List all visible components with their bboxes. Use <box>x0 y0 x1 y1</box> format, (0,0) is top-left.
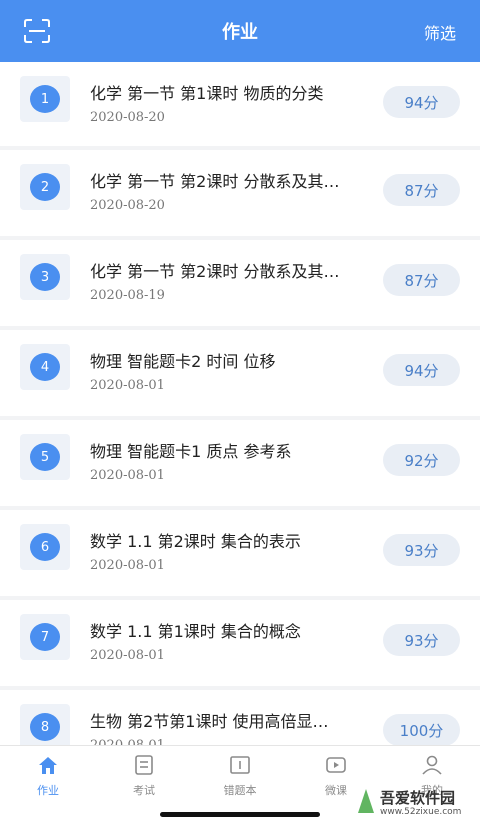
assignment-card[interactable]: 3 化学 第一节 第2课时 分散系及其… 2020-08-19 87分 <box>0 240 480 326</box>
assignment-card[interactable]: 1 化学 第一节 第1课时 物质的分类 2020-08-20 94分 <box>0 62 480 146</box>
watermark-text: 吾爱软件园 <box>380 789 456 807</box>
tab-exam[interactable]: 考试 <box>96 746 192 805</box>
score-badge: 93分 <box>383 624 460 656</box>
assignment-card[interactable]: 6 数学 1.1 第2课时 集合的表示 2020-08-01 93分 <box>0 510 480 596</box>
index-badge: 3 <box>30 263 60 291</box>
assignment-date: 2020-08-20 <box>90 110 165 125</box>
assignment-title: 物理 智能题卡1 质点 参考系 <box>90 442 292 461</box>
assignment-date: 2020-08-01 <box>90 648 165 663</box>
watermark-logo-icon <box>358 789 374 813</box>
tab-label: 微课 <box>325 784 347 797</box>
watermark: 吾爱软件园 www.52zixue.com <box>354 775 472 821</box>
score-badge: 94分 <box>383 86 460 118</box>
filter-button[interactable]: 筛选 <box>424 20 456 44</box>
index-box: 1 <box>20 76 70 122</box>
assignment-date: 2020-08-01 <box>90 558 165 573</box>
index-box: 2 <box>20 164 70 210</box>
exam-icon <box>135 755 153 775</box>
score-badge: 87分 <box>383 264 460 296</box>
index-box: 6 <box>20 524 70 570</box>
assignment-card[interactable]: 4 物理 智能题卡2 时间 位移 2020-08-01 94分 <box>0 330 480 416</box>
assignment-card[interactable]: 5 物理 智能题卡1 质点 参考系 2020-08-01 92分 <box>0 420 480 506</box>
assignment-date: 2020-08-01 <box>90 378 165 393</box>
assignment-title: 生物 第2节第1课时 使用高倍显… <box>90 712 329 731</box>
index-box: 7 <box>20 614 70 660</box>
assignment-list: 1 化学 第一节 第1课时 物质的分类 2020-08-20 94分 2 化学 … <box>0 62 480 776</box>
assignment-date: 2020-08-19 <box>90 288 165 303</box>
scan-icon[interactable] <box>24 19 50 43</box>
index-box: 3 <box>20 254 70 300</box>
index-badge: 2 <box>30 173 60 201</box>
score-badge: 87分 <box>383 174 460 206</box>
tab-label: 考试 <box>133 784 155 797</box>
watermark-url: www.52zixue.com <box>380 807 462 817</box>
app-screen: 作业 筛选 1 化学 第一节 第1课时 物质的分类 2020-08-20 94分… <box>0 0 480 823</box>
notebook-icon <box>230 756 250 774</box>
assignment-title: 物理 智能题卡2 时间 位移 <box>90 352 276 371</box>
score-badge: 94分 <box>383 354 460 386</box>
top-bar: 作业 筛选 <box>0 0 480 62</box>
index-badge: 8 <box>30 713 60 741</box>
assignment-title: 化学 第一节 第2课时 分散系及其… <box>90 262 340 281</box>
index-box: 8 <box>20 704 70 750</box>
assignment-date: 2020-08-20 <box>90 198 165 213</box>
index-badge: 5 <box>30 443 60 471</box>
index-badge: 7 <box>30 623 60 651</box>
tab-label: 作业 <box>37 784 59 797</box>
assignment-date: 2020-08-01 <box>90 468 165 483</box>
index-badge: 4 <box>30 353 60 381</box>
assignment-card[interactable]: 7 数学 1.1 第1课时 集合的概念 2020-08-01 93分 <box>0 600 480 686</box>
assignment-title: 数学 1.1 第1课时 集合的概念 <box>90 622 301 641</box>
score-badge: 93分 <box>383 534 460 566</box>
index-badge: 1 <box>30 85 60 113</box>
assignment-title: 化学 第一节 第2课时 分散系及其… <box>90 172 340 191</box>
home-indicator <box>160 812 320 817</box>
profile-icon <box>422 755 442 775</box>
page-title: 作业 <box>222 22 258 43</box>
index-box: 5 <box>20 434 70 480</box>
video-icon <box>326 757 346 773</box>
assignment-title: 化学 第一节 第1课时 物质的分类 <box>90 84 324 103</box>
tab-homework[interactable]: 作业 <box>0 746 96 805</box>
score-badge: 100分 <box>383 714 460 746</box>
tab-label: 错题本 <box>223 784 257 797</box>
tab-mistake-book[interactable]: 错题本 <box>192 746 288 805</box>
assignment-title: 数学 1.1 第2课时 集合的表示 <box>90 532 301 551</box>
home-icon <box>39 757 57 774</box>
score-badge: 92分 <box>383 444 460 476</box>
index-box: 4 <box>20 344 70 390</box>
index-badge: 6 <box>30 533 60 561</box>
assignment-card[interactable]: 2 化学 第一节 第2课时 分散系及其… 2020-08-20 87分 <box>0 150 480 236</box>
